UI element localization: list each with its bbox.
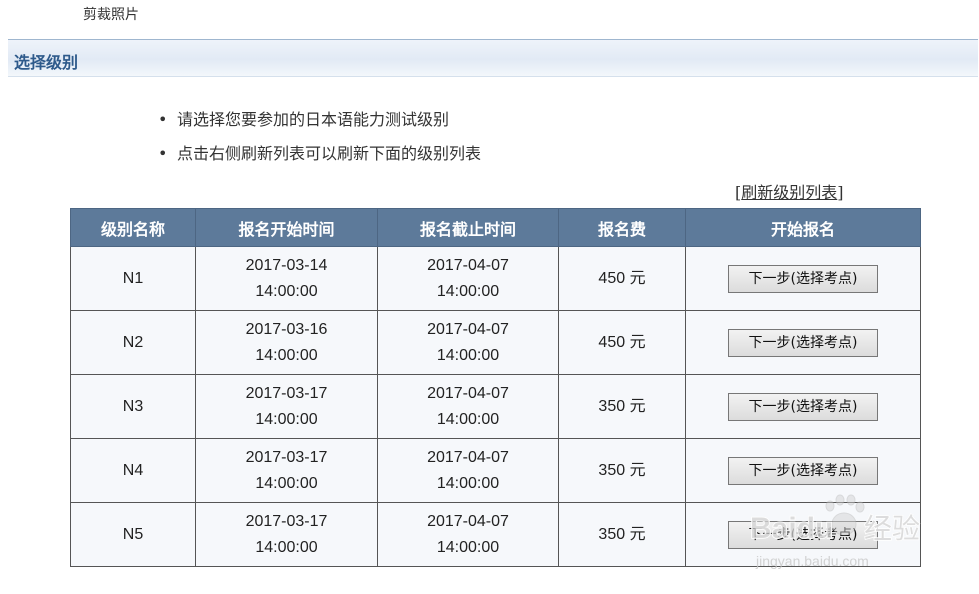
end-cell: 2017-04-07 14:00:00 <box>377 502 559 567</box>
end-time: 14:00:00 <box>436 474 500 492</box>
instruction-item: • 请选择您要参加的日本语能力测试级别 <box>158 108 481 142</box>
bracket-close: ] <box>837 183 844 202</box>
action-cell: 下一步(选择考点) <box>685 502 921 567</box>
level-cell: N4 <box>70 438 196 503</box>
bullet-icon: • <box>158 110 168 129</box>
next-step-button[interactable]: 下一步(选择考点) <box>728 392 878 421</box>
next-step-button[interactable]: 下一步(选择考点) <box>728 328 878 357</box>
start-cell: 2017-03-16 14:00:00 <box>195 310 378 375</box>
end-date: 2017-04-07 <box>427 448 509 466</box>
action-cell: 下一步(选择考点) <box>685 438 921 503</box>
section-header: 选择级别 <box>8 39 978 77</box>
refresh-list-link[interactable]: 刷新级别列表 <box>741 183 837 202</box>
end-date: 2017-04-07 <box>427 512 509 530</box>
level-cell: N2 <box>70 310 196 375</box>
end-time: 14:00:00 <box>436 538 500 556</box>
end-date: 2017-04-07 <box>427 384 509 402</box>
start-cell: 2017-03-17 14:00:00 <box>195 502 378 567</box>
start-cell: 2017-03-17 14:00:00 <box>195 438 378 503</box>
col-header-level: 级别名称 <box>70 208 196 247</box>
start-date: 2017-03-17 <box>245 448 328 466</box>
end-time: 14:00:00 <box>436 410 500 428</box>
end-date: 2017-04-07 <box>427 320 509 338</box>
table-row: N5 2017-03-17 14:00:00 2017-04-07 14:00:00… <box>70 502 921 567</box>
instruction-item: • 点击右侧刷新列表可以刷新下面的级别列表 <box>158 142 481 176</box>
action-cell: 下一步(选择考点) <box>685 246 921 311</box>
start-time: 14:00:00 <box>255 346 318 364</box>
table-row: N2 2017-03-16 14:00:00 2017-04-07 14:00:00… <box>70 310 921 375</box>
start-time: 14:00:00 <box>255 538 318 556</box>
end-time: 14:00:00 <box>436 346 500 364</box>
fee-cell: 450 元 <box>558 310 686 375</box>
start-time: 14:00:00 <box>255 474 318 492</box>
section-title: 选择级别 <box>14 53 79 72</box>
action-cell: 下一步(选择考点) <box>685 374 921 439</box>
next-step-button[interactable]: 下一步(选择考点) <box>728 264 878 293</box>
start-time: 14:00:00 <box>255 410 318 428</box>
end-cell: 2017-04-07 14:00:00 <box>377 246 559 311</box>
refresh-control: [刷新级别列表] <box>735 179 844 203</box>
next-step-button[interactable]: 下一步(选择考点) <box>728 456 878 485</box>
instruction-text: 点击右侧刷新列表可以刷新下面的级别列表 <box>177 144 482 163</box>
end-time: 14:00:00 <box>436 282 500 300</box>
instructions-list: • 请选择您要参加的日本语能力测试级别 • 点击右侧刷新列表可以刷新下面的级别列表 <box>158 108 481 176</box>
start-cell: 2017-03-17 14:00:00 <box>195 374 378 439</box>
start-date: 2017-03-17 <box>245 512 328 530</box>
level-cell: N5 <box>70 502 196 567</box>
level-table: 级别名称 报名开始时间 报名截止时间 报名费 开始报名 N1 2017-03-1… <box>70 208 921 567</box>
end-cell: 2017-04-07 14:00:00 <box>377 438 559 503</box>
table-header-row: 级别名称 报名开始时间 报名截止时间 报名费 开始报名 <box>70 208 921 247</box>
start-cell: 2017-03-14 14:00:00 <box>195 246 378 311</box>
next-step-button[interactable]: 下一步(选择考点) <box>728 520 878 549</box>
start-date: 2017-03-17 <box>245 384 328 402</box>
fee-cell: 350 元 <box>558 502 686 567</box>
col-header-fee: 报名费 <box>558 208 686 247</box>
top-caption: 剪裁照片 <box>83 7 139 23</box>
end-cell: 2017-04-07 14:00:00 <box>377 310 559 375</box>
level-cell: N1 <box>70 246 196 311</box>
fee-cell: 350 元 <box>558 438 686 503</box>
table-row: N3 2017-03-17 14:00:00 2017-04-07 14:00:00… <box>70 374 921 439</box>
fee-cell: 450 元 <box>558 246 686 311</box>
end-date: 2017-04-07 <box>427 256 509 274</box>
instruction-text: 请选择您要参加的日本语能力测试级别 <box>177 110 450 129</box>
action-cell: 下一步(选择考点) <box>685 310 921 375</box>
start-time: 14:00:00 <box>255 282 318 300</box>
fee-cell: 350 元 <box>558 374 686 439</box>
col-header-start: 报名开始时间 <box>195 208 378 247</box>
start-date: 2017-03-14 <box>245 256 328 274</box>
start-date: 2017-03-16 <box>245 320 328 338</box>
col-header-action: 开始报名 <box>685 208 921 247</box>
level-cell: N3 <box>70 374 196 439</box>
col-header-end: 报名截止时间 <box>377 208 559 247</box>
bullet-icon: • <box>158 144 168 163</box>
end-cell: 2017-04-07 14:00:00 <box>377 374 559 439</box>
table-row: N1 2017-03-14 14:00:00 2017-04-07 14:00:00… <box>70 246 921 311</box>
table-row: N4 2017-03-17 14:00:00 2017-04-07 14:00:00… <box>70 438 921 503</box>
